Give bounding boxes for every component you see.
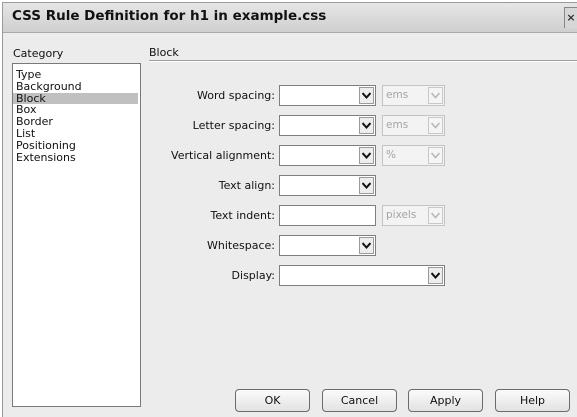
chevron-down-icon[interactable] xyxy=(359,87,374,104)
ok-button[interactable]: OK xyxy=(235,389,310,412)
vertical-alignment-unit-select[interactable]: % xyxy=(382,145,445,166)
display-row: Display: xyxy=(3,265,275,287)
letter-spacing-combo[interactable] xyxy=(279,115,376,136)
letter-spacing-row: Letter spacing: xyxy=(3,115,275,137)
letter-spacing-unit-value: ems xyxy=(386,119,409,131)
letter-spacing-unit-select[interactable]: ems xyxy=(382,115,445,136)
chevron-down-icon[interactable] xyxy=(428,87,443,104)
section-title: Block xyxy=(149,46,179,59)
text-align-select[interactable] xyxy=(279,175,376,196)
chevron-down-icon[interactable] xyxy=(428,117,443,134)
chevron-down-icon[interactable] xyxy=(428,207,443,224)
vertical-alignment-combo[interactable] xyxy=(279,145,376,166)
word-spacing-row: Word spacing: xyxy=(3,85,275,107)
apply-button[interactable]: Apply xyxy=(408,389,483,412)
title-bar[interactable]: CSS Rule Definition for h1 in example.cs… xyxy=(3,3,577,33)
text-indent-unit-select[interactable]: pixels xyxy=(382,205,445,226)
vertical-alignment-label: Vertical alignment: xyxy=(171,149,275,162)
text-indent-unit-value: pixels xyxy=(386,209,417,221)
whitespace-select[interactable] xyxy=(279,235,376,256)
chevron-down-icon[interactable] xyxy=(359,177,374,194)
close-icon[interactable]: × xyxy=(564,7,577,28)
text-indent-row: Text indent: xyxy=(3,205,275,227)
vertical-alignment-unit-value: % xyxy=(386,149,396,161)
letter-spacing-label: Letter spacing: xyxy=(192,119,275,132)
chevron-down-icon[interactable] xyxy=(359,147,374,164)
whitespace-row: Whitespace: xyxy=(3,235,275,257)
text-align-label: Text align: xyxy=(218,179,275,192)
word-spacing-label: Word spacing: xyxy=(197,89,275,102)
vertical-alignment-row: Vertical alignment: xyxy=(3,145,275,167)
display-select[interactable] xyxy=(279,265,445,286)
word-spacing-unit-value: ems xyxy=(386,89,409,101)
cancel-button[interactable]: Cancel xyxy=(322,389,397,412)
chevron-down-icon[interactable] xyxy=(428,267,443,284)
display-label: Display: xyxy=(231,269,275,282)
chevron-down-icon[interactable] xyxy=(359,237,374,254)
text-align-row: Text align: xyxy=(3,175,275,197)
text-indent-label: Text indent: xyxy=(210,209,275,222)
section-divider xyxy=(149,60,577,62)
whitespace-label: Whitespace: xyxy=(207,239,275,252)
chevron-down-icon[interactable] xyxy=(428,147,443,164)
chevron-down-icon[interactable] xyxy=(359,117,374,134)
word-spacing-combo[interactable] xyxy=(279,85,376,106)
help-button[interactable]: Help xyxy=(495,389,570,412)
css-rule-definition-dialog: CSS Rule Definition for h1 in example.cs… xyxy=(2,2,577,417)
category-header: Category xyxy=(13,47,64,60)
text-indent-input[interactable] xyxy=(279,205,376,226)
word-spacing-unit-select[interactable]: ems xyxy=(382,85,445,106)
dialog-title: CSS Rule Definition for h1 in example.cs… xyxy=(12,8,327,24)
